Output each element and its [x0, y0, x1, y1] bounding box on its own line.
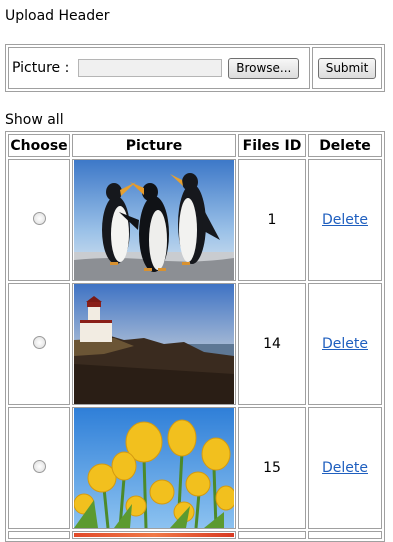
delete-link[interactable]: Delete: [322, 336, 368, 352]
choose-radio[interactable]: [32, 335, 46, 349]
table-row: 15 Delete: [8, 407, 382, 529]
browse-button[interactable]: Browse...: [228, 57, 300, 79]
lighthouse-photo: [74, 284, 234, 404]
picture-cell: [72, 407, 236, 529]
page-title: Upload Header: [5, 8, 110, 24]
file-id-cell: 14: [238, 283, 306, 405]
table-row: 14 Delete: [8, 283, 382, 405]
partial-photo: [74, 533, 234, 537]
delete-cell: Delete: [308, 407, 382, 529]
table-header-row: Choose Picture Files ID Delete: [8, 134, 382, 157]
files-table: Choose Picture Files ID Delete 1 Delete …: [5, 131, 385, 542]
delete-cell: Delete: [308, 283, 382, 405]
penguins-photo: [74, 160, 234, 280]
show-all-label: Show all: [5, 112, 64, 128]
file-picker-cell: Picture : Browse...: [8, 47, 310, 89]
choose-cell: [8, 531, 70, 539]
file-id-cell: 1: [238, 159, 306, 281]
header-files-id: Files ID: [238, 134, 306, 157]
choose-cell: [8, 283, 70, 405]
tulips-photo: [74, 408, 234, 528]
delete-cell: Delete: [308, 159, 382, 281]
choose-radio[interactable]: [32, 459, 46, 473]
choose-cell: [8, 407, 70, 529]
header-picture: Picture: [72, 134, 236, 157]
submit-button[interactable]: Submit: [317, 57, 377, 79]
picture-cell: [72, 531, 236, 539]
picture-cell: [72, 159, 236, 281]
delete-cell: [308, 531, 382, 539]
table-row: 1 Delete: [8, 159, 382, 281]
header-choose: Choose: [8, 134, 70, 157]
file-path-field[interactable]: [77, 59, 222, 77]
delete-link[interactable]: Delete: [322, 460, 368, 476]
file-id-cell: 15: [238, 407, 306, 529]
picture-cell: [72, 283, 236, 405]
table-row: [8, 531, 382, 539]
choose-radio[interactable]: [32, 211, 46, 225]
file-id-cell: [238, 531, 306, 539]
upload-form: Picture : Browse... Submit: [5, 44, 385, 92]
submit-cell: Submit: [312, 47, 382, 89]
delete-link[interactable]: Delete: [322, 212, 368, 228]
header-delete: Delete: [308, 134, 382, 157]
picture-label: Picture :: [12, 60, 70, 76]
choose-cell: [8, 159, 70, 281]
